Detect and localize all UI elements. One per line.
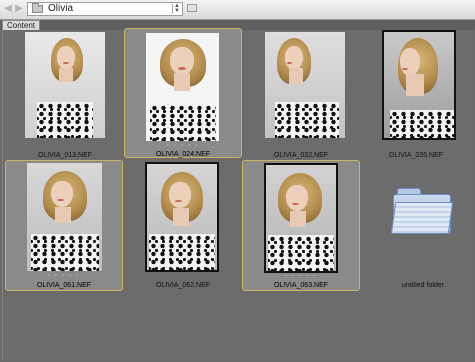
rating-dots[interactable]: • • • • •: [6, 273, 122, 279]
photo-thumbnail[interactable]: [264, 163, 338, 273]
file-name: OLIVIA_062.NEF: [155, 282, 211, 289]
arrow-right-icon[interactable]: ▶: [14, 4, 24, 14]
file-name: OLIVIA_013.NEF: [37, 152, 93, 159]
thumbnail-item[interactable]: • • • • • OLIVIA_061.NEF: [5, 160, 123, 291]
thumbnail-item[interactable]: OLIVIA_062.NEF: [125, 160, 241, 289]
arrow-left-icon[interactable]: ◀: [3, 4, 13, 14]
thumbnail-item[interactable]: OLIVIA_035.NEF: [358, 30, 474, 159]
photo-thumbnail[interactable]: [145, 162, 219, 272]
thumbnail-item[interactable]: • • • • • OLIVIA_063.NEF: [242, 160, 360, 291]
file-name: OLIVIA_024.NEF: [155, 151, 211, 158]
folder-icon: [32, 3, 43, 13]
thumbnail-item[interactable]: OLIVIA_032.NEF: [243, 30, 359, 159]
path-label: Olivia: [48, 3, 74, 14]
file-name: OLIVIA_032.NEF: [273, 152, 329, 159]
photo-thumbnail[interactable]: [382, 30, 456, 140]
stepper-icon[interactable]: ▲ ▼: [172, 3, 181, 14]
file-name: OLIVIA_061.NEF: [36, 282, 92, 289]
photo-thumbnail[interactable]: [146, 33, 219, 141]
thumbnail-item[interactable]: OLIVIA_013.NEF: [7, 30, 123, 159]
rating-dots[interactable]: • • • • •: [125, 143, 241, 149]
new-folder-button[interactable]: [187, 4, 197, 12]
thumbnail-item[interactable]: • • • • • OLIVIA_024.NEF: [124, 28, 242, 158]
path-selector[interactable]: Olivia ▲ ▼: [27, 2, 183, 16]
photo-thumbnail[interactable]: [25, 32, 105, 138]
photo-thumbnail[interactable]: [27, 163, 102, 271]
photo-thumbnail[interactable]: [265, 32, 345, 138]
folder-name: untitled folder: [401, 282, 445, 289]
tab-content[interactable]: Content: [2, 20, 41, 30]
folder-icon[interactable]: [390, 188, 454, 234]
path-toolbar: ◀ ▶ Olivia ▲ ▼: [0, 0, 475, 20]
content-grid: OLIVIA_013.NEF • • • • • OLIVIA_024.NEF …: [2, 28, 474, 360]
file-name: OLIVIA_063.NEF: [273, 282, 329, 289]
rating-dots[interactable]: • • • • •: [243, 273, 359, 279]
file-name: OLIVIA_035.NEF: [388, 152, 444, 159]
